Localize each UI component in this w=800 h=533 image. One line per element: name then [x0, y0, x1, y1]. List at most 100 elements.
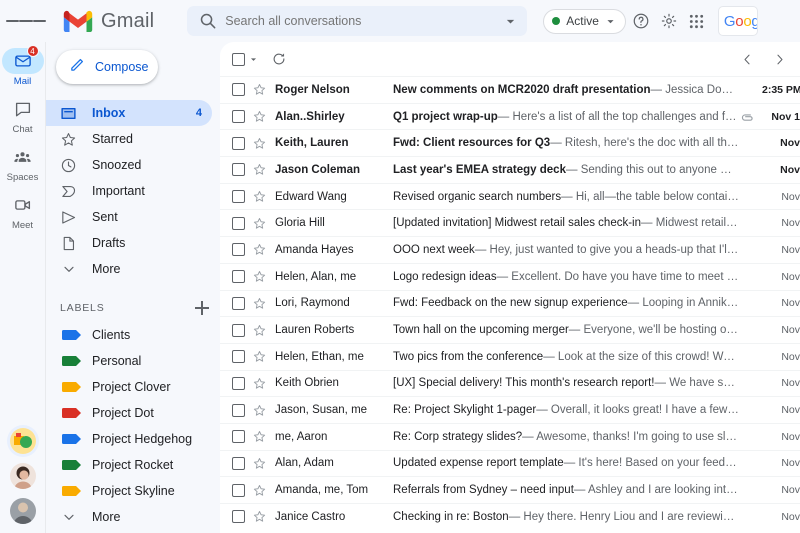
rail-item-meet[interactable]: Meet — [0, 192, 46, 231]
google-logo[interactable]: Google — [717, 6, 758, 36]
star-icon[interactable] — [252, 296, 267, 311]
table-row[interactable]: Alan, Adam Updated expense report templat… — [220, 449, 800, 477]
row-checkbox[interactable] — [232, 270, 245, 284]
sidebar-label-project-rocket[interactable]: Project Rocket — [46, 452, 212, 478]
row-checkbox[interactable] — [232, 350, 245, 364]
row-checkbox[interactable] — [232, 510, 245, 524]
table-row[interactable]: Helen, Ethan, me Two pics from the confer… — [220, 342, 800, 370]
rail-item-mail[interactable]: 4 Mail — [0, 45, 46, 87]
select-all-chevron-down-icon[interactable] — [246, 52, 260, 66]
sidebar-label-project-skyline[interactable]: Project Skyline — [46, 478, 212, 504]
row-subject: Referrals from Sydney – need input — [393, 484, 574, 497]
star-icon[interactable] — [252, 483, 267, 498]
gear-icon[interactable] — [656, 8, 682, 34]
table-row[interactable]: Jason, Susan, me Re: Project Skylight 1-p… — [220, 396, 800, 423]
row-subject-snippet: Checking in re: Boston— Hey there. Henry… — [393, 511, 739, 523]
star-icon[interactable] — [252, 189, 267, 204]
table-row[interactable]: Helen, Alan, me Logo redesign ideas— Exce… — [220, 262, 800, 290]
table-row[interactable]: Lauren Roberts Town hall on the upcoming … — [220, 316, 800, 343]
apps-grid-icon[interactable] — [684, 8, 710, 34]
row-snippet: Hi, all—the table below contains the rev… — [575, 190, 739, 203]
avatar-contact-3[interactable] — [9, 498, 36, 524]
inbox-icon — [60, 105, 77, 122]
sidebar-item-more[interactable]: More — [46, 256, 212, 282]
row-checkbox[interactable] — [232, 483, 245, 497]
table-row[interactable]: Lori, Raymond Fwd: Feedback on the new si… — [220, 289, 800, 317]
sidebar-label-project-dot[interactable]: Project Dot — [46, 400, 212, 426]
search-options-icon[interactable] — [501, 12, 519, 30]
star-icon[interactable] — [252, 403, 267, 418]
table-row[interactable]: Jason Coleman Last year's EMEA strategy d… — [220, 156, 800, 183]
row-subject-snippet: OOO next week— Hey, just wanted to give … — [393, 244, 739, 256]
table-row[interactable]: Gloria Hill [Updated invitation] Midwest … — [220, 209, 800, 237]
help-icon[interactable] — [628, 8, 654, 34]
sidebar-label-project-hedgehog[interactable]: Project Hedgehog — [46, 426, 212, 452]
row-checkbox[interactable] — [232, 323, 245, 337]
star-icon[interactable] — [252, 109, 267, 124]
table-row[interactable]: Janice Castro Checking in re: Boston— Hey… — [220, 503, 800, 530]
row-checkbox[interactable] — [232, 163, 245, 177]
avatar-contact-1[interactable] — [9, 428, 36, 454]
star-icon[interactable] — [252, 216, 267, 231]
sidebar-item-starred[interactable]: Starred — [46, 126, 212, 152]
row-checkbox[interactable] — [232, 376, 245, 390]
row-checkbox[interactable] — [232, 456, 245, 470]
avatar-contact-2[interactable] — [9, 463, 36, 489]
search-bar[interactable] — [187, 6, 528, 36]
sidebar-item-sent[interactable]: Sent — [46, 204, 212, 230]
sidebar-item-snoozed[interactable]: Snoozed — [46, 152, 212, 178]
table-row[interactable]: Amanda Hayes OOO next week— Hey, just wan… — [220, 236, 800, 263]
labels-header: LABELS — [46, 294, 210, 322]
star-icon[interactable] — [252, 82, 267, 97]
table-row[interactable]: Edward Wang Revised organic search number… — [220, 182, 800, 210]
refresh-icon[interactable] — [266, 46, 292, 72]
table-row[interactable]: Alan..Shirley Q1 project wrap-up— Here's … — [220, 102, 800, 130]
sidebar-item-important[interactable]: Important — [46, 178, 212, 204]
row-checkbox[interactable] — [232, 216, 245, 230]
search-input[interactable] — [225, 14, 502, 28]
table-row[interactable]: Keith Obrien [UX] Special delivery! This … — [220, 369, 800, 397]
table-row[interactable]: me, Aaron Re: Corp strategy slides?— Awes… — [220, 422, 800, 450]
select-all-checkbox[interactable] — [232, 52, 245, 66]
plus-icon[interactable] — [194, 300, 210, 316]
star-icon[interactable] — [252, 509, 267, 524]
row-date: Nov — [781, 510, 800, 523]
star-icon[interactable] — [252, 323, 267, 338]
row-checkbox[interactable] — [232, 403, 245, 417]
table-row[interactable]: Keith, Lauren Fwd: Client resources for Q… — [220, 129, 800, 157]
star-icon[interactable] — [252, 136, 267, 151]
row-sender: Lauren Roberts — [275, 324, 355, 337]
star-icon[interactable] — [252, 376, 267, 391]
chevron-left-icon[interactable] — [734, 46, 760, 72]
row-checkbox[interactable] — [232, 243, 245, 257]
sidebar-label-personal[interactable]: Personal — [46, 348, 212, 374]
sidebar-item-inbox[interactable]: Inbox 4 — [46, 100, 212, 126]
rail-item-spaces[interactable]: Spaces — [0, 144, 46, 183]
row-checkbox[interactable] — [232, 430, 245, 444]
row-checkbox[interactable] — [232, 296, 245, 310]
star-icon[interactable] — [252, 349, 267, 364]
row-date: Nov — [781, 430, 800, 443]
row-checkbox[interactable] — [232, 110, 245, 124]
rail-item-chat[interactable]: Chat — [0, 96, 46, 135]
table-row[interactable]: Amanda, me, Tom Referrals from Sydney – n… — [220, 476, 800, 503]
row-checkbox[interactable] — [232, 190, 245, 204]
sidebar-labels-more[interactable]: More — [46, 504, 212, 530]
main-menu-icon[interactable] — [6, 1, 46, 41]
row-checkbox[interactable] — [232, 136, 245, 150]
star-icon[interactable] — [252, 242, 267, 257]
star-icon[interactable] — [252, 429, 267, 444]
sidebar-label-project-clover[interactable]: Project Clover — [46, 374, 212, 400]
status-chip-active[interactable]: Active — [543, 8, 626, 34]
rail-label-meet: Meet — [11, 220, 34, 231]
chevron-right-icon[interactable] — [766, 46, 792, 72]
star-icon[interactable] — [252, 269, 267, 284]
table-row[interactable]: Roger Nelson New comments on MCR2020 draf… — [220, 76, 800, 103]
row-date: Nov — [781, 190, 800, 203]
star-icon[interactable] — [252, 162, 267, 177]
row-checkbox[interactable] — [232, 83, 245, 97]
sidebar-item-drafts[interactable]: Drafts — [46, 230, 212, 256]
star-icon[interactable] — [252, 456, 267, 471]
compose-button[interactable]: Compose — [56, 50, 158, 84]
sidebar-label-clients[interactable]: Clients — [46, 322, 212, 348]
